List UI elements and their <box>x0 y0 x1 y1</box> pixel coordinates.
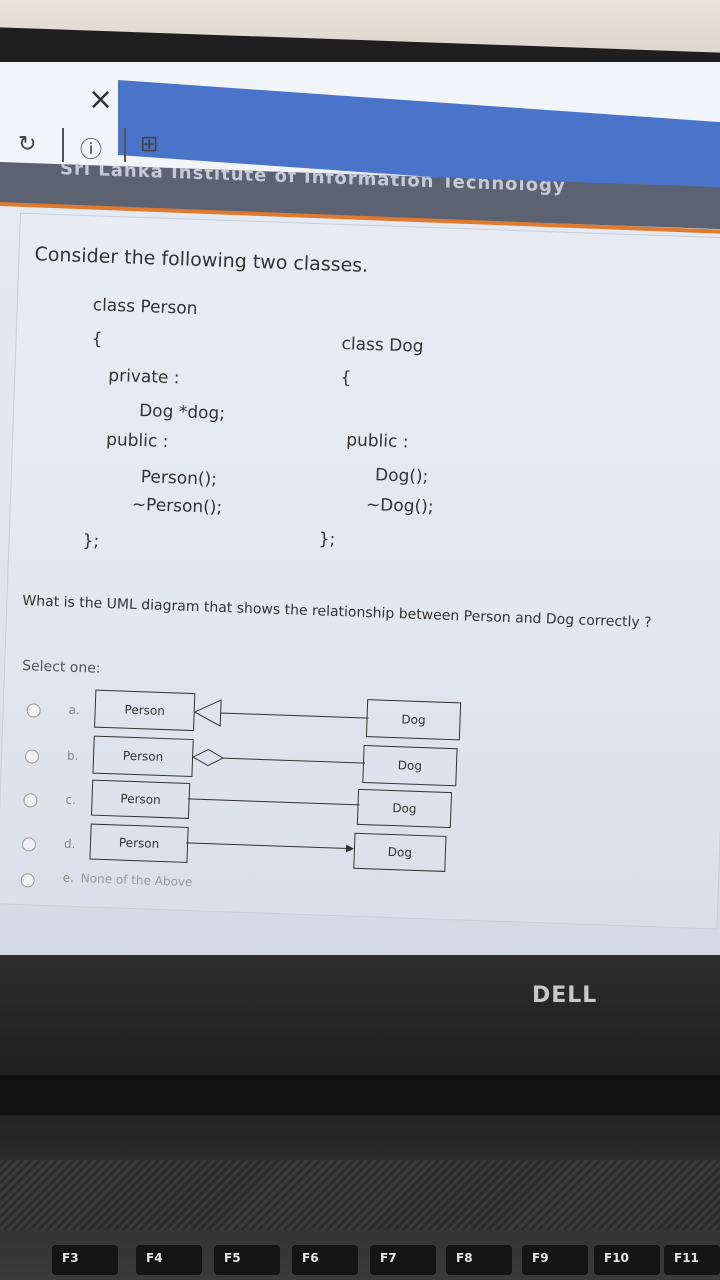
person-public: public : <box>105 429 169 453</box>
option-d-dog-box: Dog <box>353 832 447 872</box>
key-f11[interactable]: F11 <box>664 1245 720 1275</box>
dog-public: public : <box>345 430 409 453</box>
option-a-dog-box: Dog <box>365 699 462 741</box>
key-f4[interactable]: F4 <box>136 1245 202 1275</box>
select-one-label: Select one: <box>21 658 101 677</box>
option-c-dog-box: Dog <box>356 788 453 829</box>
person-class-header: class Person <box>92 295 198 319</box>
close-icon[interactable]: × <box>88 82 113 117</box>
key-f5[interactable]: F5 <box>214 1245 280 1275</box>
quiz-content: Consider the following two classes. clas… <box>0 212 720 938</box>
add-page-icon[interactable]: ⊞ <box>140 132 158 157</box>
person-member: Dog *dog; <box>138 400 226 424</box>
toolbar-divider <box>124 128 126 162</box>
option-a-letter: a. <box>68 702 81 718</box>
person-open-brace: { <box>91 329 103 350</box>
laptop-screen: × ↻ ⓘ ⊞ Sri Lanka Institute of Informati… <box>0 62 720 962</box>
option-c-letter: c. <box>65 792 77 808</box>
option-b-person-box: Person <box>92 735 194 778</box>
key-f3[interactable]: F3 <box>52 1245 118 1275</box>
dell-logo: DELL <box>532 983 598 1008</box>
speaker-grille <box>0 1160 720 1230</box>
key-f10[interactable]: F10 <box>594 1245 660 1275</box>
browser-toolbar: × ↻ ⓘ ⊞ <box>0 62 720 199</box>
option-a-person-box: Person <box>94 689 196 732</box>
laptop-hinge <box>0 1075 720 1115</box>
person-private: private : <box>107 365 180 389</box>
dog-dtor: ~Dog(); <box>365 494 434 518</box>
dog-ctor: Dog(); <box>374 465 429 488</box>
option-d-person-box: Person <box>89 823 189 863</box>
option-e-letter: e. <box>62 870 75 885</box>
refresh-icon[interactable]: ↻ <box>18 132 36 157</box>
dog-open-brace: { <box>340 367 352 389</box>
laptop-keyboard-area: DELL F3 F4 F5 F6 F7 F8 F9 F10 F11 <box>0 955 720 1280</box>
person-close-brace: }; <box>82 531 100 552</box>
key-f9[interactable]: F9 <box>522 1245 588 1275</box>
option-a-inheritance-line <box>193 699 369 727</box>
dog-close-brace: }; <box>318 529 336 550</box>
option-b-dog-box: Dog <box>362 745 458 787</box>
toolbar-divider <box>62 128 64 162</box>
dog-class-header: class Dog <box>341 334 424 357</box>
key-f7[interactable]: F7 <box>370 1245 436 1275</box>
option-b-letter: b. <box>66 748 79 764</box>
option-c-person-box: Person <box>90 779 191 819</box>
person-dtor: ~Person(); <box>131 494 223 518</box>
info-icon[interactable]: ⓘ <box>80 132 102 164</box>
person-ctor: Person(); <box>140 467 218 490</box>
key-f6[interactable]: F6 <box>292 1245 358 1275</box>
key-f8[interactable]: F8 <box>446 1245 512 1275</box>
option-d-letter: d. <box>63 836 76 852</box>
